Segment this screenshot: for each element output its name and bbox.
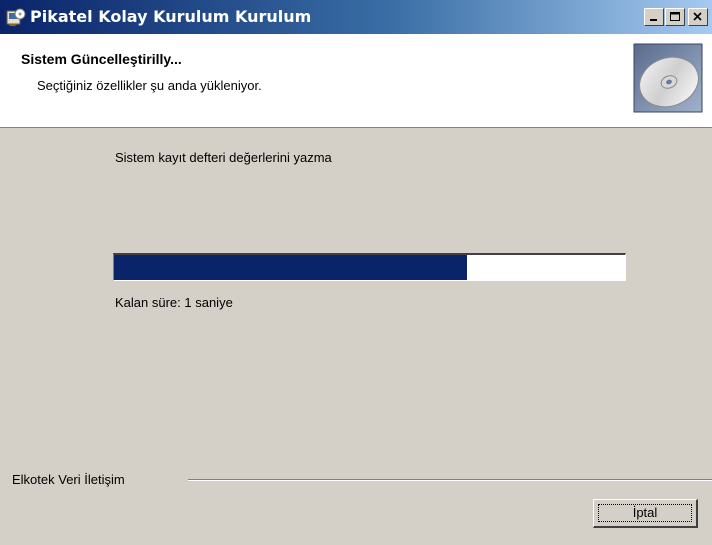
minimize-icon [650,19,657,21]
title-bar[interactable]: Pikatel Kolay Kurulum Kurulum [0,0,712,34]
maximize-button[interactable] [665,8,685,26]
minimize-button[interactable] [644,8,664,26]
installer-window: Pikatel Kolay Kurulum Kurulum Sistem Gün… [0,0,712,545]
close-icon [693,12,702,21]
time-remaining: Kalan süre: 1 saniye [115,295,233,310]
footer-divider [188,479,712,481]
cd-disc-icon [632,42,704,114]
maximize-icon [670,12,680,21]
step-description: Seçtiğiniz özellikler şu anda yükleniyor… [37,78,262,93]
progress-status-text: Sistem kayıt defteri değerlerini yazma [115,150,332,165]
focus-rectangle [598,504,692,522]
header-panel: Sistem Güncelleştirilly... Seçtiğiniz öz… [0,34,712,128]
vendor-name: Elkotek Veri İletişim [12,472,125,487]
progress-bar [113,253,626,281]
progress-bar-fill [114,255,467,280]
window-title: Pikatel Kolay Kurulum Kurulum [30,7,312,26]
cancel-button[interactable]: İptal [593,499,698,528]
close-button[interactable] [688,8,708,26]
installer-app-icon [6,7,26,27]
step-title: Sistem Güncelleştirilly... [21,51,182,67]
